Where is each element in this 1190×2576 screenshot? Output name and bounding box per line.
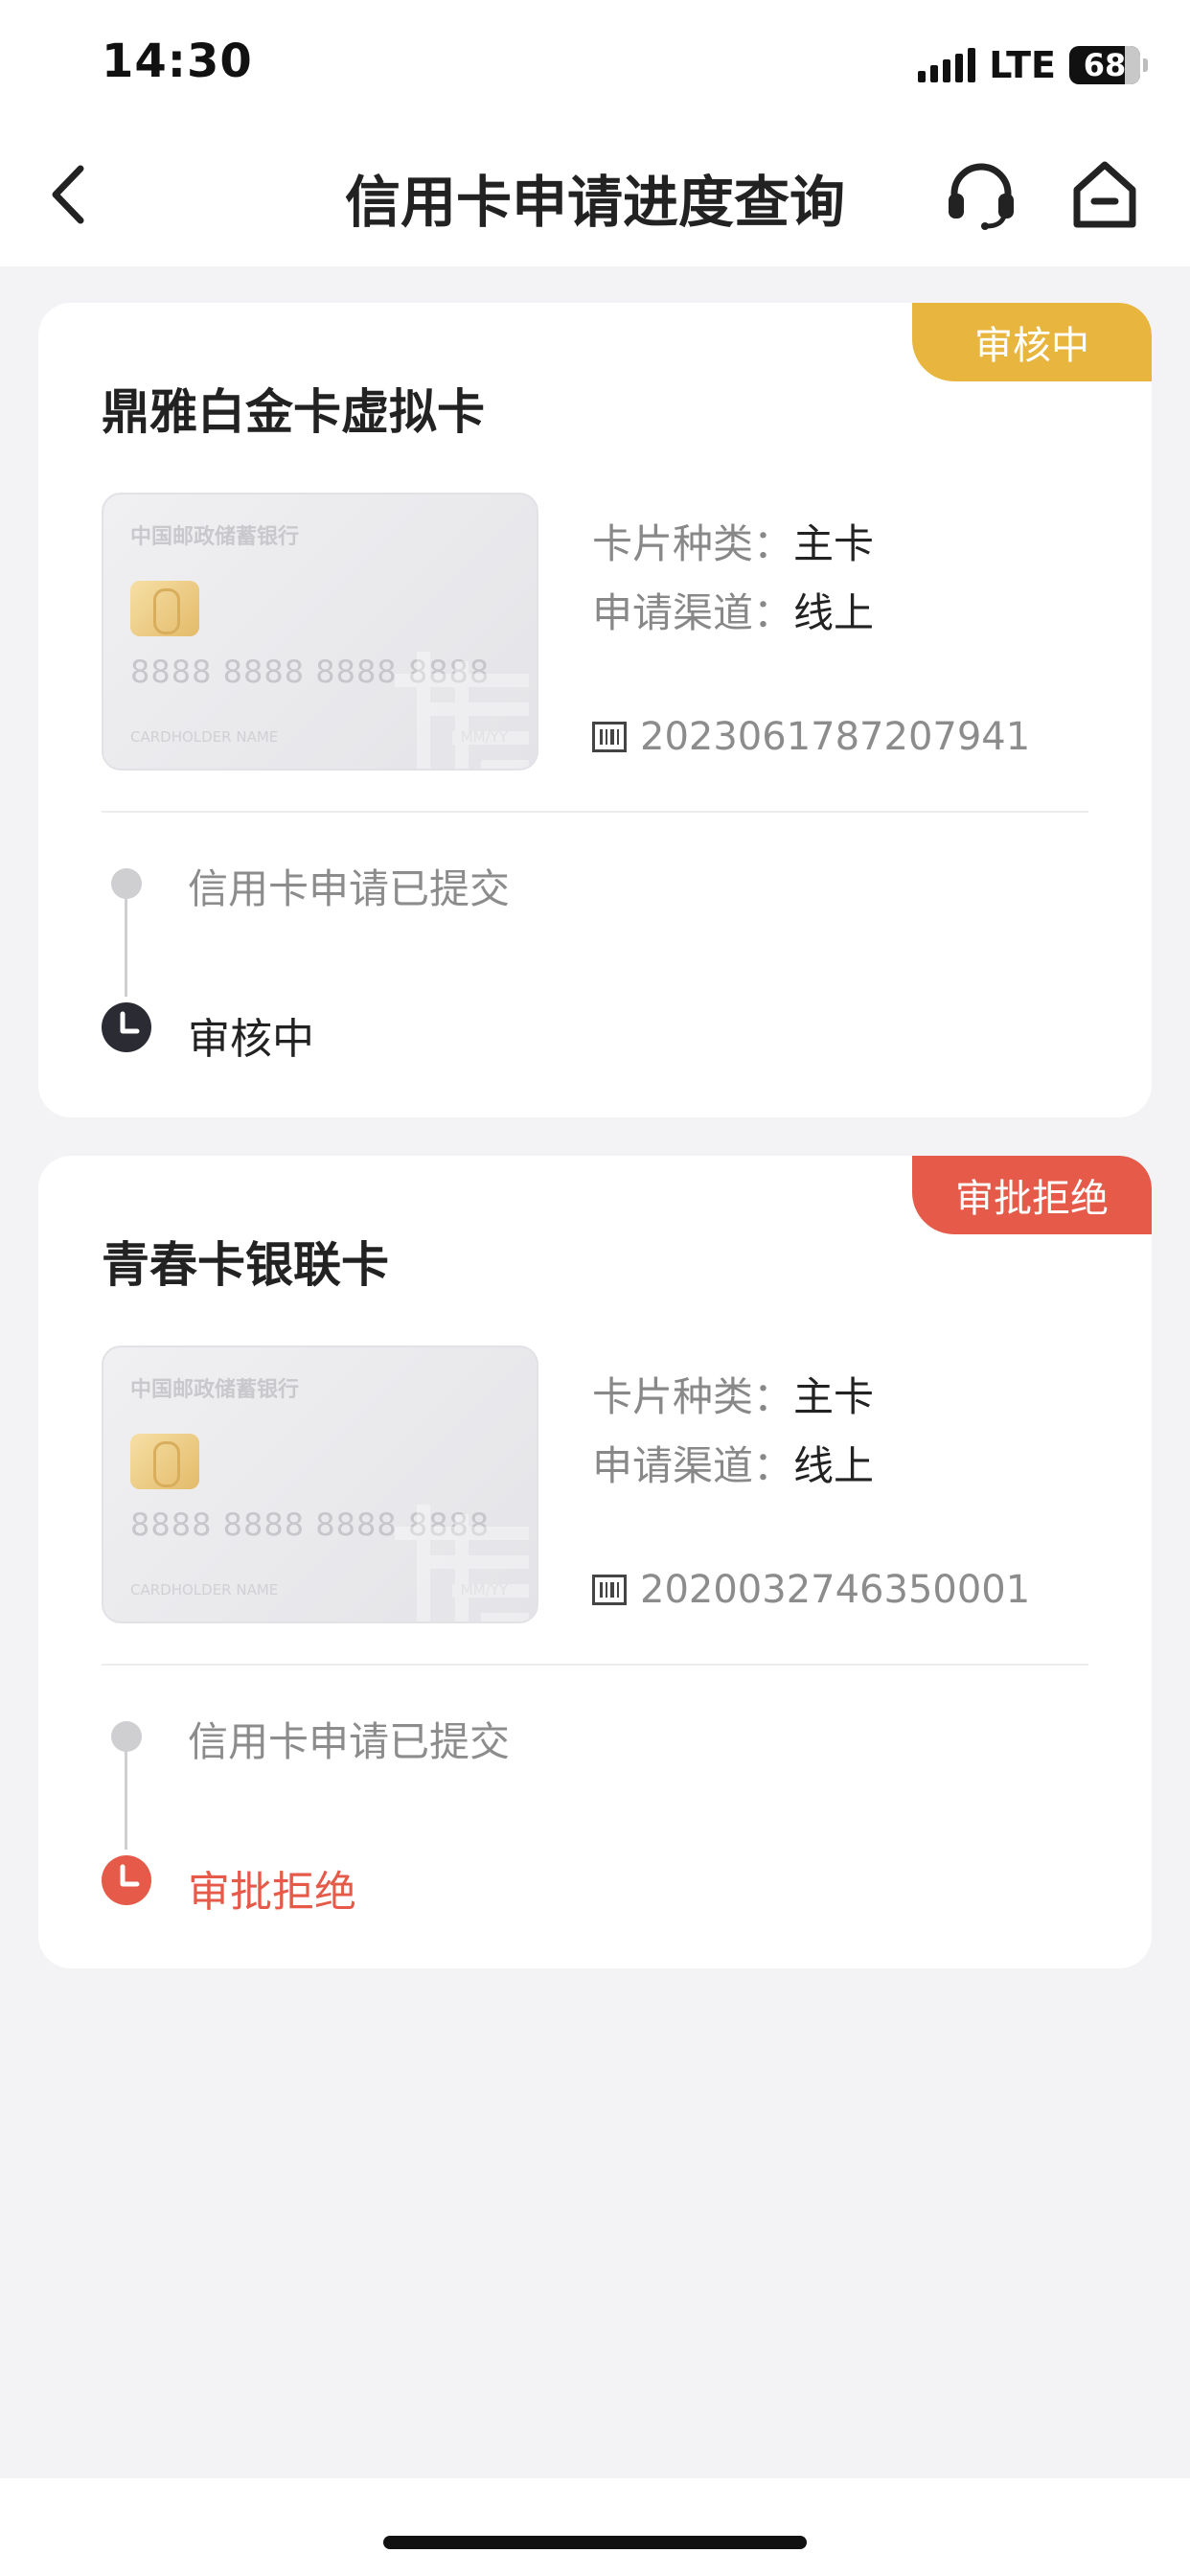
channel-row: 申请渠道：线上 (592, 1434, 874, 1492)
chip-icon (130, 581, 199, 636)
card-type-row: 卡片种类：主卡 (592, 512, 874, 570)
network-label: LTE (989, 44, 1056, 86)
barcode-icon (592, 722, 627, 752)
card-type-value: 主卡 (793, 1373, 875, 1420)
timeline-step-current: 审批拒绝 (188, 1868, 356, 1917)
card-holder: CARDHOLDER NAME (130, 728, 279, 746)
home-icon (1073, 161, 1136, 228)
application-number-row: 2023061787207941 (592, 715, 1030, 759)
channel-label: 申请渠道： (592, 1442, 794, 1489)
credit-card-image: 中国邮政储蓄银行 8888 8888 8888 8888 CARDHOLDER … (102, 493, 538, 770)
channel-value: 线上 (793, 589, 875, 636)
battery-icon: 68 (1069, 46, 1148, 84)
card-type-value: 主卡 (793, 520, 875, 567)
application-card[interactable]: 审批拒绝 青春卡银联卡 中国邮政储蓄银行 8888 8888 8888 8888… (38, 1156, 1152, 1968)
card-product-name: 青春卡银联卡 (102, 1237, 389, 1293)
application-number: 2023061787207941 (640, 715, 1031, 759)
channel-label: 申请渠道： (592, 589, 794, 636)
card-product-name: 鼎雅白金卡虚拟卡 (102, 384, 485, 440)
battery-level: 68 (1083, 47, 1127, 83)
bottom-safe-area (0, 2478, 1190, 2576)
credit-card-image: 中国邮政储蓄银行 8888 8888 8888 8888 CARDHOLDER … (102, 1346, 538, 1623)
signal-icon (918, 48, 976, 82)
divider (102, 1664, 1088, 1666)
card-bank-name: 中国邮政储蓄银行 (130, 525, 300, 549)
top-bar: 14:30 LTE 68 信用卡申请进度查询 (0, 0, 1190, 266)
card-bank-name: 中国邮政储蓄银行 (130, 1378, 300, 1402)
timeline-step-current: 审核中 (188, 1015, 314, 1064)
card-type-label: 卡片种类： (592, 1373, 794, 1420)
card-type-label: 卡片种类： (592, 520, 794, 567)
status-badge: 审批拒绝 (912, 1156, 1152, 1234)
channel-value: 线上 (793, 1442, 875, 1489)
card-holder: CARDHOLDER NAME (130, 1581, 279, 1598)
customer-service-button[interactable] (945, 159, 1018, 232)
home-button[interactable] (1069, 157, 1140, 232)
barcode-icon (592, 1575, 627, 1605)
application-number-row: 2020032746350001 (592, 1568, 1030, 1612)
clock-icon (102, 1002, 151, 1052)
home-indicator[interactable] (383, 2536, 807, 2549)
headset-icon (949, 163, 1014, 230)
timeline-step-submitted: 信用卡申请已提交 (188, 865, 511, 912)
status-badge: 审核中 (912, 303, 1152, 381)
application-card[interactable]: 审核中 鼎雅白金卡虚拟卡 中国邮政储蓄银行 8888 8888 8888 888… (38, 303, 1152, 1117)
timeline-step-submitted: 信用卡申请已提交 (188, 1718, 511, 1765)
timeline-dot (111, 868, 142, 899)
application-number: 2020032746350001 (640, 1568, 1031, 1612)
bank-logo-watermark-icon (395, 652, 529, 769)
channel-row: 申请渠道：线上 (592, 581, 874, 639)
card-type-row: 卡片种类：主卡 (592, 1365, 874, 1423)
divider (102, 811, 1088, 813)
bank-logo-watermark-icon (395, 1505, 529, 1622)
chip-icon (130, 1434, 199, 1489)
status-indicators: LTE 68 (918, 40, 1148, 90)
clock-icon (102, 1855, 151, 1905)
timeline-dot (111, 1721, 142, 1752)
status-time: 14:30 (102, 34, 253, 88)
